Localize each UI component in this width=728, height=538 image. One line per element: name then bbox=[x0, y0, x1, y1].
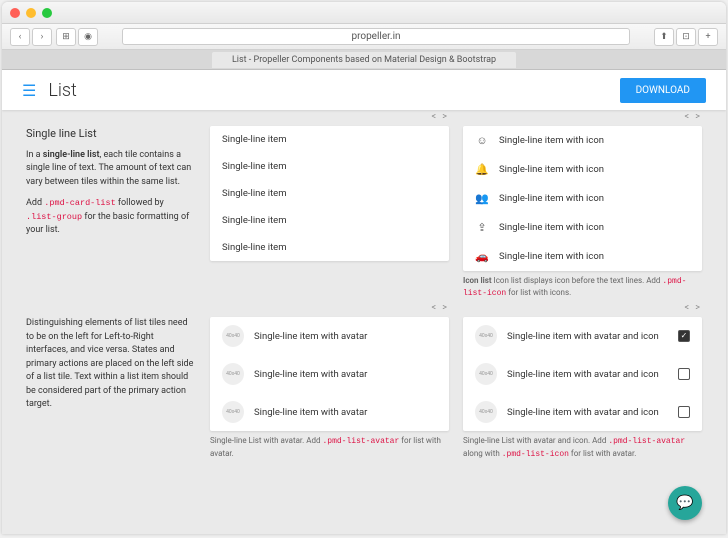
list-item[interactable]: 40x40Single-line item with avatar bbox=[210, 355, 449, 393]
browser-window: ‹ › ⊞ ◉ propeller.in ⬆ ⊡ + List - Propel… bbox=[2, 2, 726, 534]
minimize-icon[interactable] bbox=[26, 8, 36, 18]
checkbox-icon[interactable] bbox=[678, 406, 690, 418]
avatar-icon-list-card: 40x40Single-line item with avatar and ic… bbox=[463, 317, 702, 431]
avatar: 40x40 bbox=[222, 325, 244, 347]
list-item[interactable]: 40x40Single-line item with avatar and ic… bbox=[463, 317, 702, 355]
content: Single line List In a single-line list, … bbox=[2, 110, 726, 476]
share-icon: ⇪ bbox=[475, 221, 489, 234]
avatar-icon-list-wrap: < > 40x40Single-line item with avatar an… bbox=[463, 317, 702, 459]
list-item[interactable]: 🚗Single-line item with icon bbox=[463, 242, 702, 271]
list-item[interactable]: 40x40Single-line item with avatar bbox=[210, 393, 449, 431]
chat-icon: 💬 bbox=[676, 495, 693, 511]
icon-list-card: ☺Single-line item with icon 🔔Single-line… bbox=[463, 126, 702, 271]
tab-bar: List - Propeller Components based on Mat… bbox=[2, 50, 726, 70]
person-add-icon: 👥 bbox=[475, 192, 489, 205]
section-avatar: Distinguishing elements of list tiles ne… bbox=[26, 317, 702, 459]
page-header: ☰ List DOWNLOAD bbox=[2, 70, 726, 110]
titlebar bbox=[2, 2, 726, 24]
desc-text: In a single-line list, each tile contain… bbox=[26, 149, 196, 190]
list-item[interactable]: Single-line item bbox=[210, 180, 449, 207]
traffic-lights bbox=[10, 8, 52, 18]
bell-icon: 🔔 bbox=[475, 163, 489, 176]
list-item[interactable]: ☺Single-line item with icon bbox=[463, 126, 702, 155]
share-button[interactable]: ⬆ bbox=[654, 28, 674, 46]
checkbox-icon[interactable]: ✓ bbox=[678, 330, 690, 342]
carousel-nav[interactable]: < > bbox=[431, 112, 449, 122]
desc-text-2: Add .pmd-card-list followed by .list-gro… bbox=[26, 197, 196, 238]
maximize-icon[interactable] bbox=[42, 8, 52, 18]
list-item[interactable]: 🔔Single-line item with icon bbox=[463, 155, 702, 184]
smile-icon: ☺ bbox=[475, 134, 489, 147]
plain-list-wrap: < > Single-line item Single-line item Si… bbox=[210, 126, 449, 261]
list-item[interactable]: Single-line item bbox=[210, 126, 449, 153]
browser-tab[interactable]: List - Propeller Components based on Mat… bbox=[212, 52, 516, 68]
browser-toolbar: ‹ › ⊞ ◉ propeller.in ⬆ ⊡ + bbox=[2, 24, 726, 50]
car-icon: 🚗 bbox=[475, 250, 489, 263]
download-button[interactable]: DOWNLOAD bbox=[620, 78, 706, 103]
carousel-nav[interactable]: < > bbox=[431, 303, 449, 313]
avatar: 40x40 bbox=[475, 363, 497, 385]
forward-button[interactable]: › bbox=[32, 28, 52, 46]
checkbox-icon[interactable] bbox=[678, 368, 690, 380]
tabs-button[interactable]: ⊡ bbox=[676, 28, 696, 46]
back-button[interactable]: ‹ bbox=[10, 28, 30, 46]
list-item[interactable]: Single-line item bbox=[210, 153, 449, 180]
list-item[interactable]: 40x40Single-line item with avatar bbox=[210, 317, 449, 355]
list-item[interactable]: Single-line item bbox=[210, 207, 449, 234]
address-bar[interactable]: propeller.in bbox=[122, 28, 630, 45]
menu-icon[interactable]: ☰ bbox=[22, 81, 36, 100]
sidebar-button[interactable]: ⊞ bbox=[56, 28, 76, 46]
avatar: 40x40 bbox=[222, 401, 244, 423]
plain-list-card: Single-line item Single-line item Single… bbox=[210, 126, 449, 261]
chat-fab[interactable]: 💬 bbox=[668, 486, 702, 520]
avatar-list-card: 40x40Single-line item with avatar 40x40S… bbox=[210, 317, 449, 431]
avatar-icon-list-caption: Single-line List with avatar and icon. A… bbox=[463, 435, 702, 459]
section-title: Single line List bbox=[26, 126, 196, 143]
list-item[interactable]: 40x40Single-line item with avatar and ic… bbox=[463, 355, 702, 393]
carousel-nav[interactable]: < > bbox=[684, 303, 702, 313]
close-icon[interactable] bbox=[10, 8, 20, 18]
reader-button[interactable]: ◉ bbox=[78, 28, 98, 46]
list-item[interactable]: 40x40Single-line item with avatar and ic… bbox=[463, 393, 702, 431]
desc-text: Distinguishing elements of list tiles ne… bbox=[26, 317, 196, 412]
avatar: 40x40 bbox=[475, 401, 497, 423]
list-item[interactable]: 👥Single-line item with icon bbox=[463, 184, 702, 213]
carousel-nav[interactable]: < > bbox=[684, 112, 702, 122]
avatar: 40x40 bbox=[222, 363, 244, 385]
section-description: Single line List In a single-line list, … bbox=[26, 126, 196, 238]
page-title: List bbox=[48, 80, 76, 101]
section-single-line: Single line List In a single-line list, … bbox=[26, 126, 702, 299]
avatar-list-caption: Single-line List with avatar. Add .pmd-l… bbox=[210, 435, 449, 458]
list-item[interactable]: ⇪Single-line item with icon bbox=[463, 213, 702, 242]
new-tab-button[interactable]: + bbox=[698, 28, 718, 46]
list-item[interactable]: Single-line item bbox=[210, 234, 449, 261]
avatar-list-wrap: < > 40x40Single-line item with avatar 40… bbox=[210, 317, 449, 458]
avatar: 40x40 bbox=[475, 325, 497, 347]
section-description: Distinguishing elements of list tiles ne… bbox=[26, 317, 196, 412]
page: ☰ List DOWNLOAD Single line List In a si… bbox=[2, 70, 726, 534]
icon-list-caption: Icon list Icon list displays icon before… bbox=[463, 275, 702, 299]
icon-list-wrap: < > ☺Single-line item with icon 🔔Single-… bbox=[463, 126, 702, 299]
